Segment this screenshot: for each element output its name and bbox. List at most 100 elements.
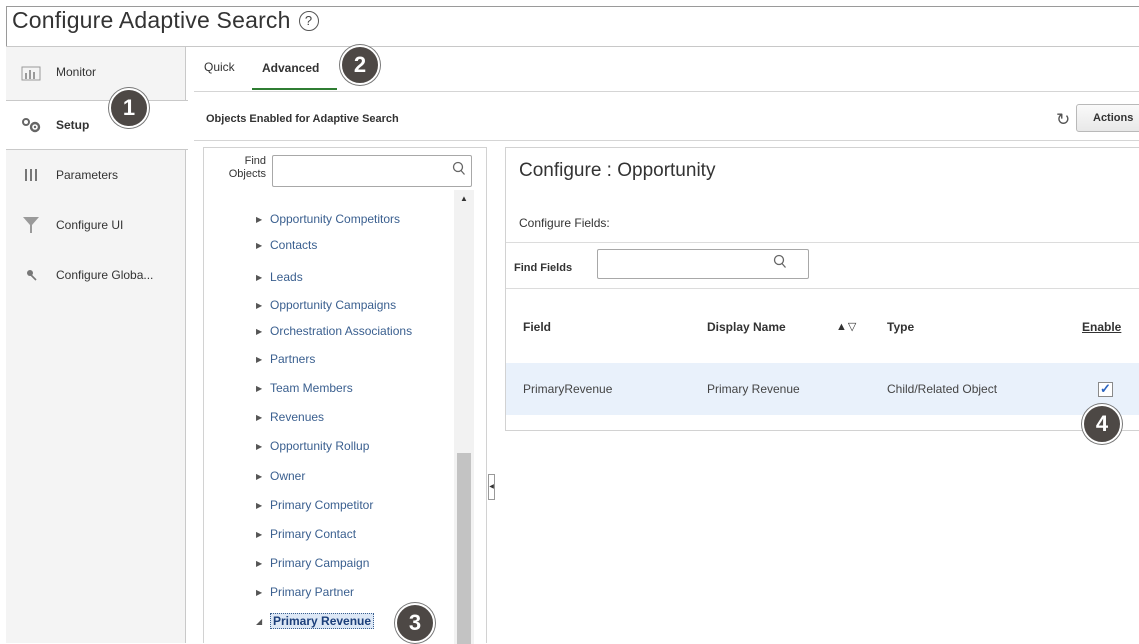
tree-item-selected[interactable]: ◢ Primary Revenue xyxy=(256,613,375,629)
table-row[interactable]: PrimaryRevenue Primary Revenue Child/Rel… xyxy=(506,363,1139,415)
column-header-type[interactable]: Type xyxy=(887,320,914,334)
tree-item-label: Contacts xyxy=(270,238,318,252)
expand-arrow-icon[interactable]: ▶ xyxy=(256,442,270,451)
objects-tree-panel: Find Objects ▶ Opportunity Competitors ▶ C… xyxy=(203,147,487,644)
tabs-divider xyxy=(194,91,1139,92)
tree-item[interactable]: ▶ Revenues xyxy=(256,410,324,424)
nav-item-parameters[interactable]: Parameters xyxy=(6,150,186,200)
expand-arrow-icon[interactable]: ▶ xyxy=(256,501,270,510)
refresh-icon[interactable]: ↻ xyxy=(1056,110,1070,130)
section-title: Objects Enabled for Adaptive Search xyxy=(206,113,399,125)
tree-item-label: Opportunity Rollup xyxy=(270,439,370,453)
callout-badge-2: 2 xyxy=(340,45,380,85)
sort-icons[interactable]: ▲▽ xyxy=(836,320,857,333)
tree-item[interactable]: ▶ Leads xyxy=(256,270,303,284)
tree-item[interactable]: ▶ Primary Partner xyxy=(256,585,354,599)
expand-arrow-icon[interactable]: ▶ xyxy=(256,559,270,568)
nav-label-monitor: Monitor xyxy=(56,65,97,79)
configure-fields-label: Configure Fields: xyxy=(519,216,610,230)
callout-badge-4: 4 xyxy=(1082,404,1122,444)
scroll-up-icon[interactable]: ▲ xyxy=(460,194,468,203)
expand-arrow-icon[interactable]: ▶ xyxy=(256,301,270,310)
tree-item-label: Leads xyxy=(270,270,303,284)
tree-item-label: Opportunity Campaigns xyxy=(270,298,397,312)
tree-item-label: Owner xyxy=(270,469,306,483)
callout-badge-3: 3 xyxy=(395,603,435,643)
expand-arrow-icon[interactable]: ▶ xyxy=(256,472,270,481)
fields-divider xyxy=(506,288,1139,289)
actions-button[interactable]: Actions xyxy=(1076,104,1139,132)
scrollbar-thumb[interactable] xyxy=(457,453,471,644)
nav-label-setup: Setup xyxy=(56,118,90,132)
cell-display-name: Primary Revenue xyxy=(707,382,800,396)
active-tab-indicator xyxy=(252,88,337,90)
tree-item-label: Primary Partner xyxy=(270,585,355,599)
pin-icon xyxy=(20,265,42,285)
tree-item[interactable]: ▶ Opportunity Campaigns xyxy=(256,298,396,312)
nav-item-monitor[interactable]: Monitor xyxy=(6,47,186,97)
tree-scrollbar[interactable]: ▲ xyxy=(454,190,474,644)
column-header-enable[interactable]: Enable xyxy=(1082,320,1121,334)
search-icon[interactable] xyxy=(773,254,787,272)
find-objects-label: Find Objects xyxy=(228,155,266,180)
tree-item-label: Primary Campaign xyxy=(270,556,370,570)
nav-label-configure-ui: Configure UI xyxy=(56,218,124,232)
page-title-text: Configure Adaptive Search xyxy=(12,7,291,33)
expand-arrow-icon[interactable]: ▶ xyxy=(256,530,270,539)
sort-ascending-icon[interactable]: ▲ xyxy=(836,321,848,333)
tree-item-label: Opportunity Competitors xyxy=(270,212,401,226)
tree-item[interactable]: ▶ Orchestration Associations xyxy=(256,324,412,338)
nav-item-configure-ui[interactable]: Configure UI xyxy=(6,200,186,250)
nav-item-setup[interactable]: Setup xyxy=(6,100,188,150)
objects-tree: ▶ Opportunity Competitors ▶ Contacts ▶ Lead… xyxy=(204,190,450,644)
cell-field: PrimaryRevenue xyxy=(523,382,613,396)
expand-arrow-icon[interactable]: ▶ xyxy=(256,355,270,364)
page-title: Configure Adaptive Search? xyxy=(12,7,319,34)
tree-item[interactable]: ▶ Primary Contact xyxy=(256,527,356,541)
search-icon[interactable] xyxy=(452,161,466,179)
collapse-arrow-icon[interactable]: ◢ xyxy=(256,617,270,626)
left-nav: Monitor Setup Parameters Configure UI Co… xyxy=(6,47,188,643)
tab-advanced[interactable]: Advanced xyxy=(262,61,319,75)
tree-item[interactable]: ▶ Team Members xyxy=(256,381,353,395)
configure-title: Configure : Opportunity xyxy=(519,160,716,181)
column-header-field[interactable]: Field xyxy=(523,320,551,334)
expand-arrow-icon[interactable]: ▶ xyxy=(256,327,270,336)
expand-arrow-icon[interactable]: ▶ xyxy=(256,241,270,250)
find-objects-input[interactable] xyxy=(272,155,472,187)
tree-item[interactable]: ▶ Primary Campaign xyxy=(256,556,369,570)
sort-descending-icon[interactable]: ▽ xyxy=(848,321,857,333)
collapse-pane-handle[interactable]: ◀ xyxy=(488,474,495,500)
tree-item[interactable]: ▶ Opportunity Rollup xyxy=(256,439,369,453)
tree-item-label: Orchestration Associations xyxy=(270,324,413,338)
tree-item[interactable]: ▶ Owner xyxy=(256,469,305,483)
bar-chart-icon xyxy=(20,62,42,82)
nav-label-parameters: Parameters xyxy=(56,168,119,182)
tree-item[interactable]: ▶ Primary Competitor xyxy=(256,498,373,512)
tree-item-label: Primary Revenue xyxy=(270,613,375,629)
callout-badge-1: 1 xyxy=(109,88,149,128)
nav-label-configure-global: Configure Globa... xyxy=(56,268,154,282)
tree-item-label: Primary Contact xyxy=(270,527,357,541)
funnel-icon xyxy=(20,215,42,235)
tree-item-label: Partners xyxy=(270,352,316,366)
tree-item[interactable]: ▶ Contacts xyxy=(256,238,317,252)
tree-item-label: Team Members xyxy=(270,381,353,395)
expand-arrow-icon[interactable]: ▶ xyxy=(256,215,270,224)
tree-item[interactable]: ▶ Opportunity Competitors xyxy=(256,212,400,226)
enable-checkbox[interactable]: ✓ xyxy=(1098,382,1113,397)
expand-arrow-icon[interactable]: ▶ xyxy=(256,413,270,422)
tree-item[interactable]: ▶ Partners xyxy=(256,352,315,366)
expand-arrow-icon[interactable]: ▶ xyxy=(256,273,270,282)
column-header-display-name[interactable]: Display Name xyxy=(707,320,786,334)
tab-quick[interactable]: Quick xyxy=(204,60,235,74)
find-fields-input[interactable] xyxy=(597,249,809,279)
expand-arrow-icon[interactable]: ▶ xyxy=(256,384,270,393)
expand-arrow-icon[interactable]: ▶ xyxy=(256,588,270,597)
gears-icon xyxy=(20,115,42,135)
tree-item-label: Revenues xyxy=(270,410,325,424)
configure-divider xyxy=(506,242,1139,243)
nav-item-configure-global[interactable]: Configure Globa... xyxy=(6,250,186,300)
help-icon[interactable]: ? xyxy=(298,11,319,31)
configure-panel: Configure : Opportunity Configure Fields… xyxy=(505,147,1139,431)
